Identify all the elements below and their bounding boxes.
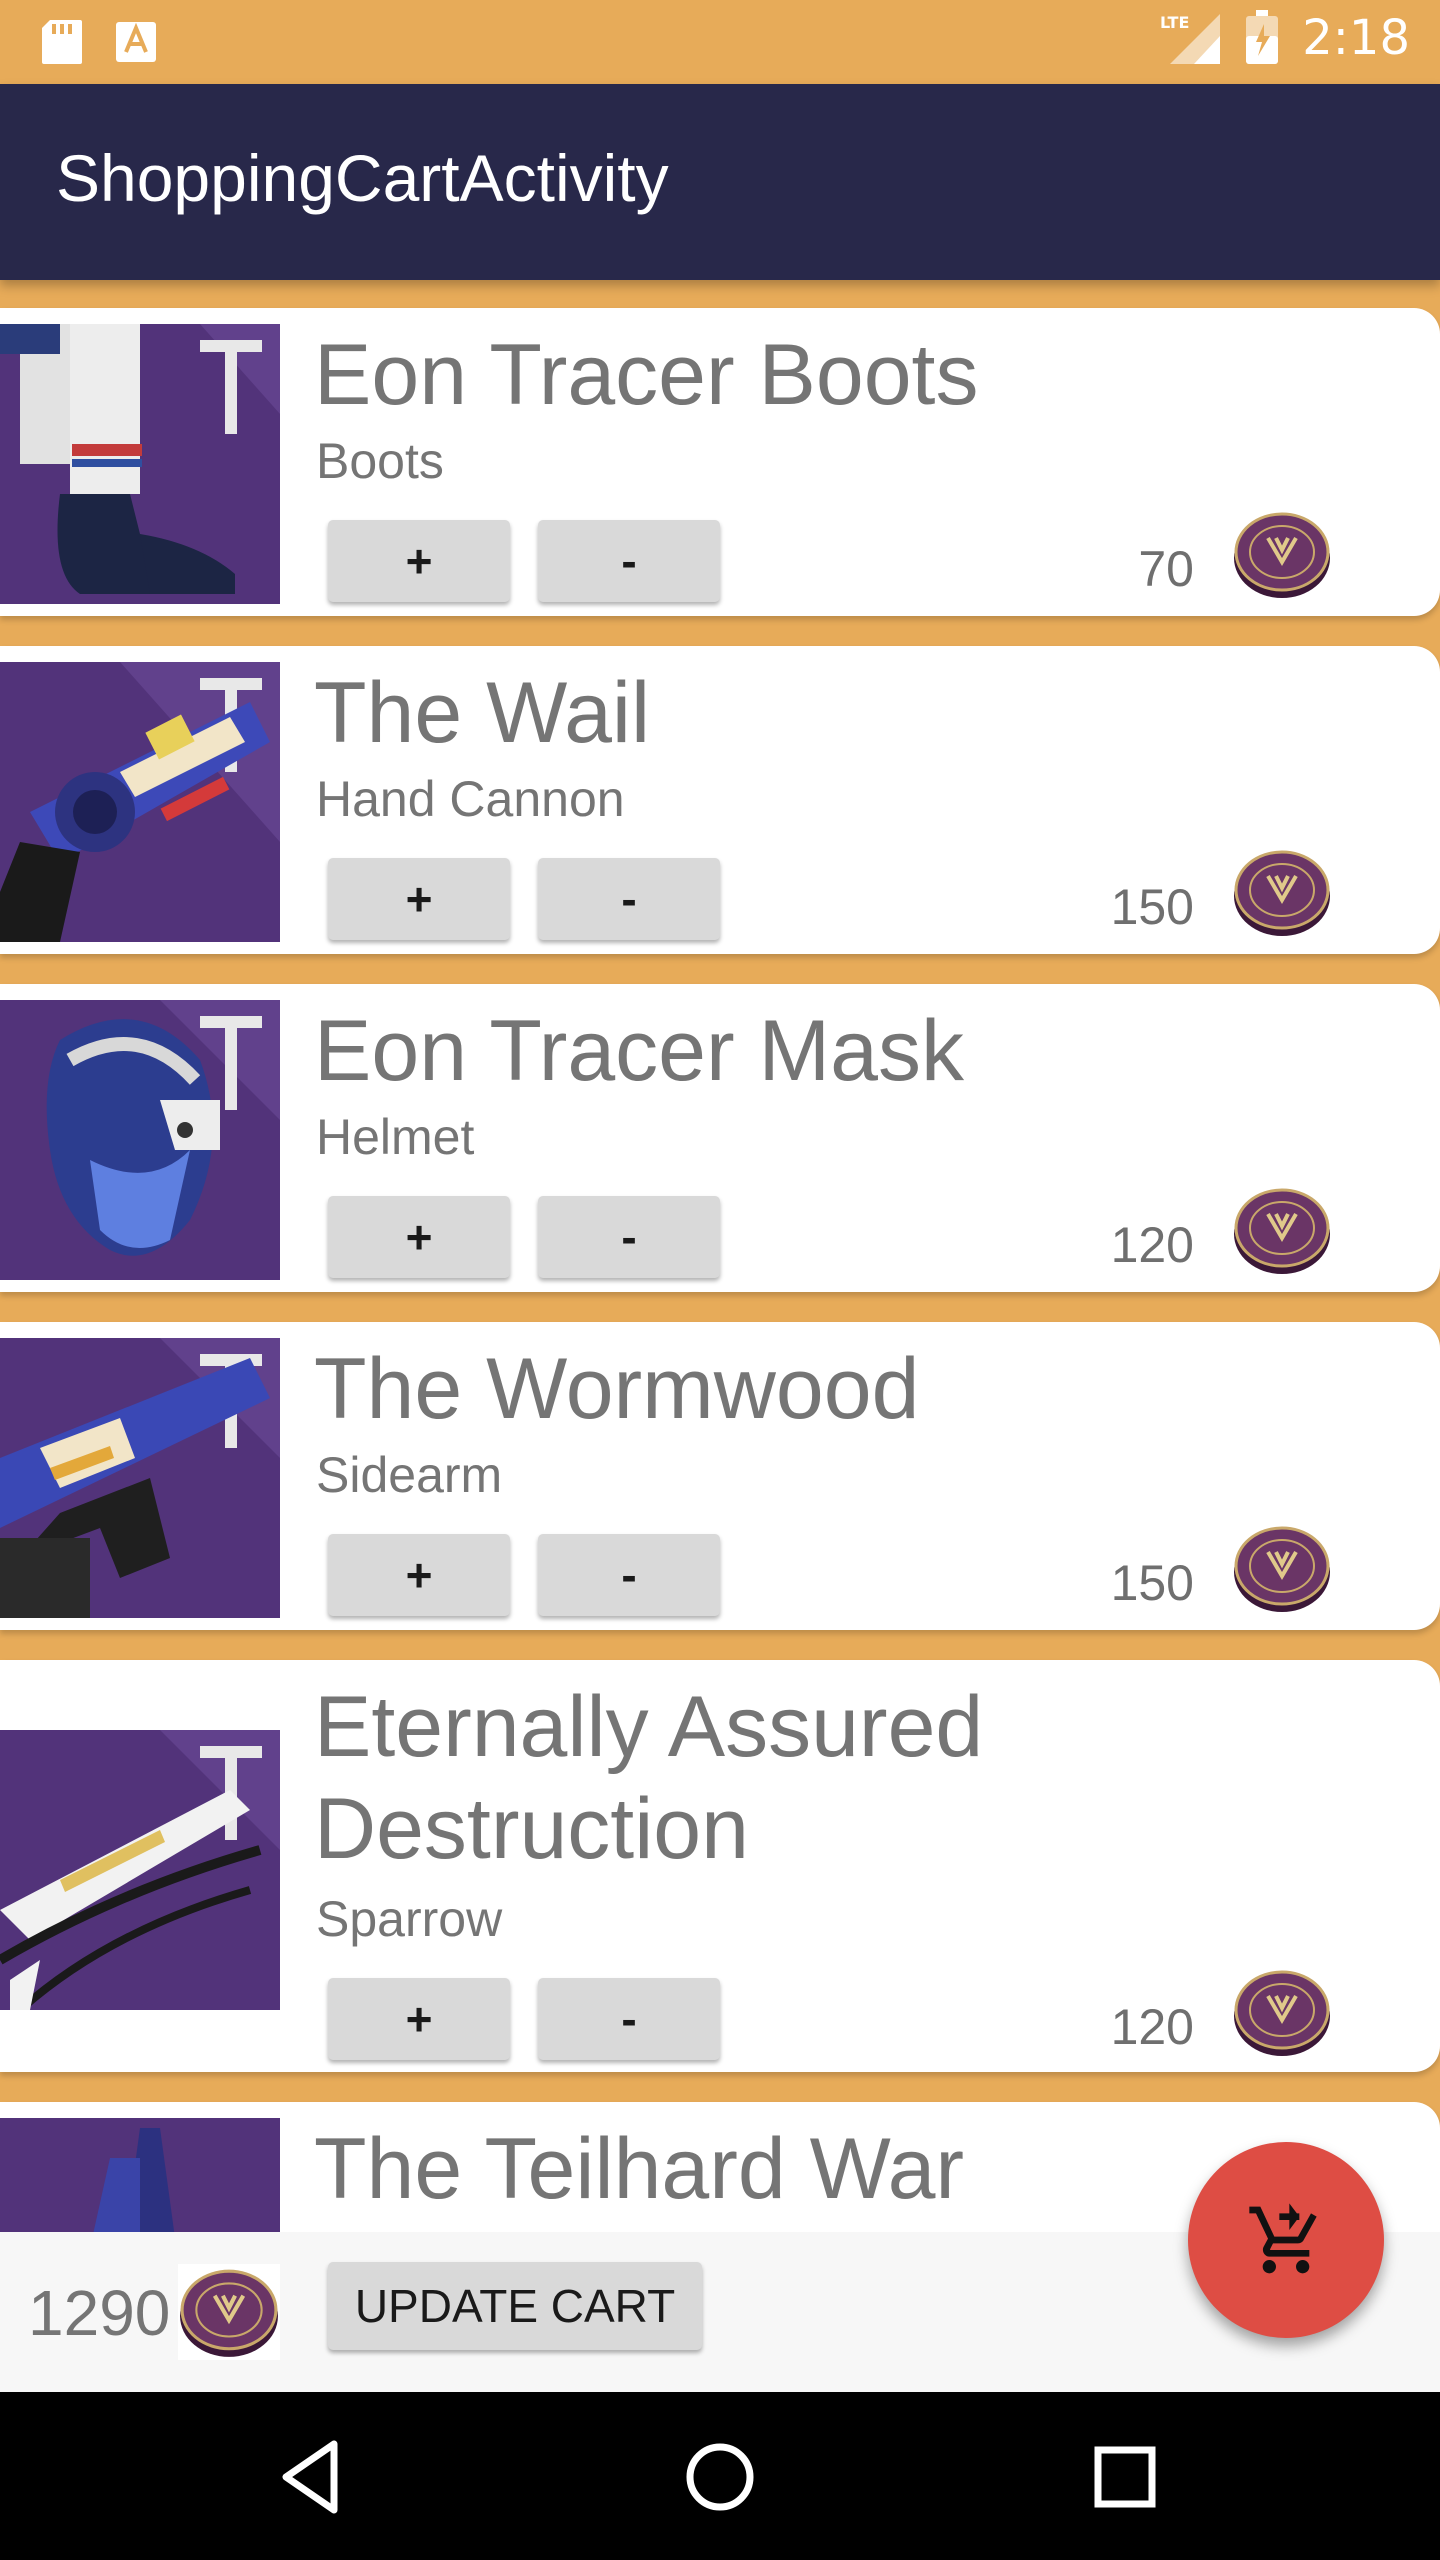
item-image [0,1000,280,1280]
cart-item: The Wormwood Sidearm + - 150 [0,1322,1440,1630]
legendary-coin-icon [1232,846,1332,938]
cart-item: Eternally Assured Destruction Sparrow + … [0,1660,1440,2072]
legendary-coin-icon [178,2264,280,2360]
item-name: The Wormwood [314,1341,920,1437]
decrease-quantity-button[interactable]: - [538,1534,720,1616]
item-type: Sparrow [316,1891,503,1947]
item-price: 120 [1110,1999,1194,2055]
increase-quantity-button[interactable]: + [328,1196,510,1278]
item-image [0,324,280,604]
recents-icon[interactable] [1080,2432,1170,2522]
item-price: 70 [1138,541,1194,597]
cart-total: 1290 [28,2277,171,2349]
signal-icon: LTE [1160,13,1221,64]
legendary-coin-icon [1232,508,1332,600]
increase-quantity-button[interactable]: + [328,1978,510,2060]
cart-item: Eon Tracer Mask Helmet + - 120 [0,984,1440,1292]
page-title: ShoppingCartActivity [56,141,669,215]
item-type: Helmet [316,1109,475,1165]
back-icon[interactable] [270,2432,360,2522]
item-image [0,1338,280,1618]
item-name: Eon Tracer Mask [314,1003,964,1099]
increase-quantity-button[interactable]: + [328,520,510,602]
legendary-coin-icon [1232,1966,1332,2058]
update-cart-button[interactable]: UPDATE CART [328,2262,702,2350]
sd-card-icon [42,20,82,64]
increase-quantity-button[interactable]: + [328,1534,510,1616]
item-name: Eon Tracer Boots [314,327,979,423]
item-price: 150 [1110,1555,1194,1611]
cart-fab-button[interactable] [1188,2142,1384,2338]
decrease-quantity-button[interactable]: - [538,1196,720,1278]
decrease-quantity-button[interactable]: - [538,520,720,602]
battery-icon [1246,10,1279,64]
cart-list[interactable]: Eon Tracer Boots Boots + - 70 The Wail H… [0,280,1440,2232]
home-icon[interactable] [675,2432,765,2522]
status-bar: LTE 2:18 [0,0,1440,84]
item-name: The Teilhard War [314,2121,965,2217]
decrease-quantity-button[interactable]: - [538,1978,720,2060]
decrease-quantity-button[interactable]: - [538,858,720,940]
item-name: Eternally Assured Destruction [314,1679,984,1877]
app-bar: ShoppingCartActivity [0,84,1440,280]
item-type: Sidearm [316,1447,503,1503]
clock: 2:18 [1302,10,1410,66]
cart-item: The Wail Hand Cannon + - 150 [0,646,1440,954]
app-notification-icon [116,22,156,62]
legendary-coin-icon [1232,1522,1332,1614]
item-type: Hand Cannon [316,771,625,827]
navigation-bar [0,2392,1440,2560]
item-price: 120 [1110,1217,1194,1273]
legendary-coin-icon [1232,1184,1332,1276]
item-image [0,2118,280,2232]
cart-item: Eon Tracer Boots Boots + - 70 [0,308,1440,616]
item-type: Boots [316,433,444,489]
cart-icon [1249,2203,1317,2274]
increase-quantity-button[interactable]: + [328,858,510,940]
network-label: LTE [1160,13,1189,32]
item-image [0,1730,280,2010]
item-image [0,662,280,942]
item-name: The Wail [314,665,651,761]
item-price: 150 [1110,879,1194,935]
